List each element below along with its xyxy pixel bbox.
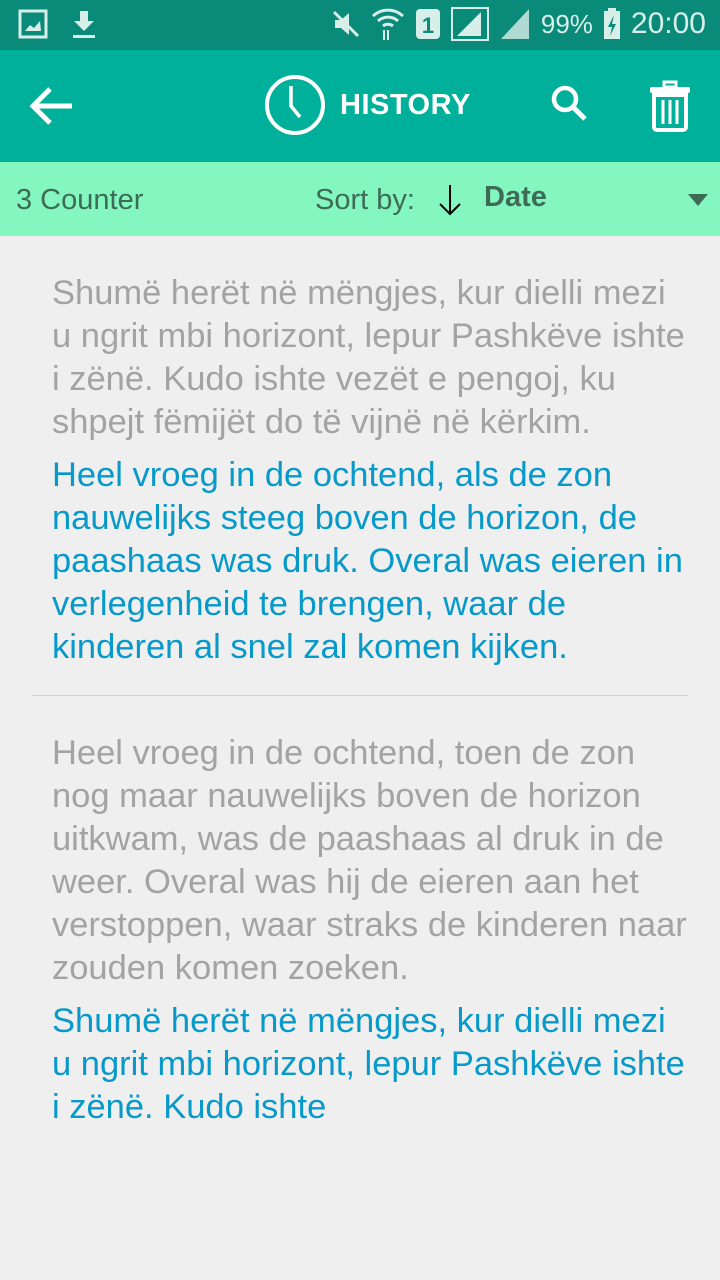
toolbar: HISTORY bbox=[0, 50, 720, 162]
history-counter: 3 Counter bbox=[16, 184, 144, 216]
history-list[interactable]: Shumë herët në mëngjes, kur dielli mezi … bbox=[0, 236, 720, 1248]
sort-direction-arrow-icon[interactable] bbox=[437, 184, 463, 216]
svg-text:1: 1 bbox=[422, 13, 434, 38]
gallery-icon bbox=[18, 9, 48, 39]
source-text: Shumë herët në mëngjes, kur dielli mezi … bbox=[52, 274, 685, 441]
title-text: HISTORY bbox=[340, 88, 471, 121]
clock-icon bbox=[265, 75, 325, 135]
list-item[interactable]: Shumë herët në mëngjes, kur dielli mezi … bbox=[0, 236, 688, 691]
translation-text: Shumë herët në mëngjes, kur dielli mezi … bbox=[52, 1002, 685, 1126]
page-title: HISTORY bbox=[264, 74, 471, 136]
translation-text: Heel vroeg in de ochtend, als de zon nau… bbox=[52, 456, 683, 666]
sort-label: Sort by: bbox=[315, 184, 415, 216]
back-arrow-icon[interactable] bbox=[28, 84, 74, 128]
download-icon bbox=[73, 11, 95, 38]
search-icon[interactable] bbox=[550, 84, 590, 124]
battery-percent: 99% bbox=[540, 8, 593, 39]
list-item[interactable]: Heel vroeg in de ochtend, toen de zon no… bbox=[0, 696, 688, 1151]
wifi-icon bbox=[371, 8, 404, 40]
status-bar: 1 99% 20:00 bbox=[0, 0, 720, 50]
sim-1-icon: 1 bbox=[415, 9, 440, 39]
signal-icon bbox=[500, 9, 529, 39]
source-text: Heel vroeg in de ochtend, toen de zon no… bbox=[52, 734, 687, 987]
mute-icon bbox=[332, 10, 359, 38]
sort-bar: 3 Counter Sort by: Date bbox=[0, 162, 720, 236]
battery-charging-icon bbox=[603, 8, 620, 39]
chevron-down-icon[interactable] bbox=[688, 194, 708, 206]
clock-time: 20:00 bbox=[630, 7, 706, 40]
signal-icon bbox=[450, 7, 489, 41]
sort-select[interactable]: Date bbox=[484, 181, 547, 214]
trash-icon[interactable] bbox=[648, 80, 692, 132]
